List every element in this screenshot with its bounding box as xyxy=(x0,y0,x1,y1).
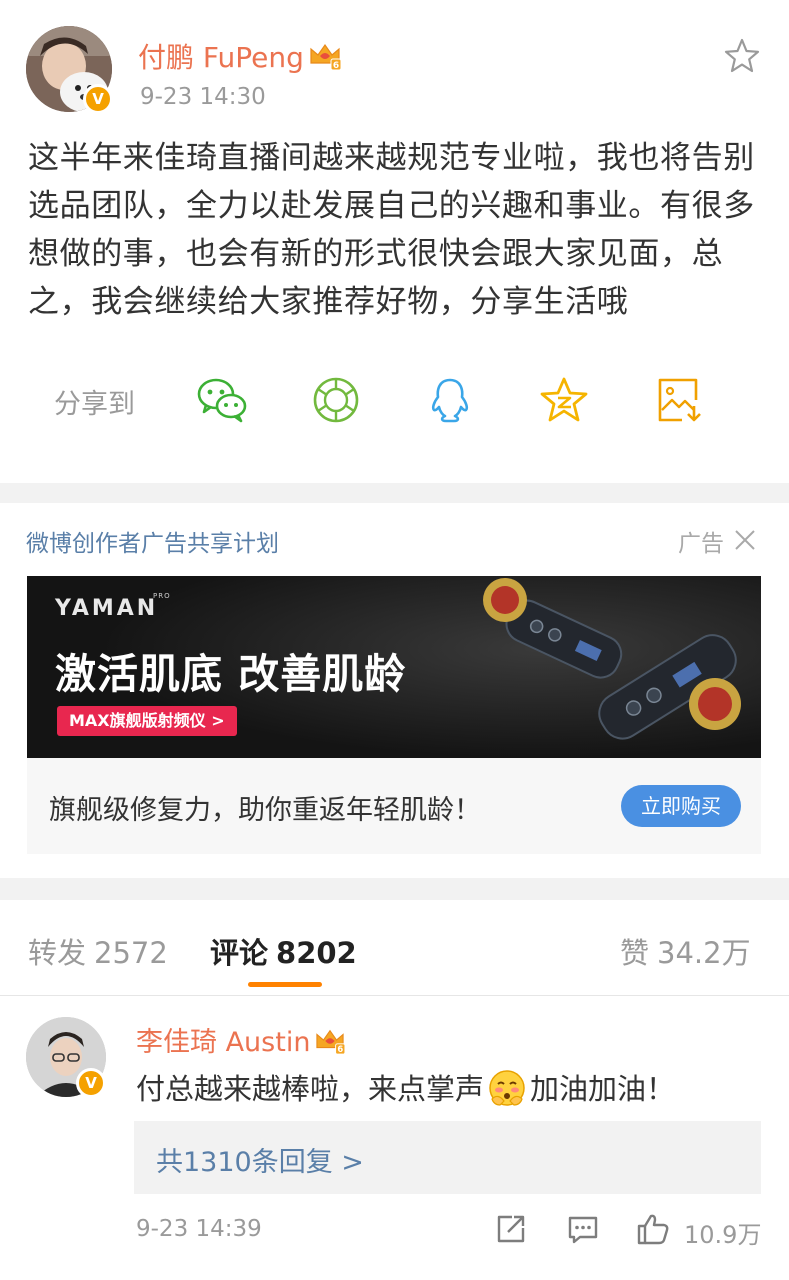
ad-product-pill[interactable]: MAX旗舰版射频仪 > xyxy=(57,706,237,736)
like-thumb-icon[interactable] xyxy=(636,1212,670,1246)
favorite-star-icon[interactable] xyxy=(722,36,762,76)
commenter-name-text[interactable]: 李佳琦 Austin xyxy=(136,1027,310,1058)
qq-icon[interactable] xyxy=(424,376,476,424)
post-author-name[interactable]: 付鹏 FuPeng 6 xyxy=(138,36,342,76)
tab-likes-label: 赞 xyxy=(620,936,650,970)
member-crown-icon: 6 xyxy=(316,1029,346,1055)
post-body-text: 这半年来佳琦直播间越来越规范专业啦，我也将告别选品团队，全力以赴发展自己的兴趣和… xyxy=(28,140,755,320)
ad-footer: 旗舰级修复力，助你重返年轻肌龄！ 立即购买 xyxy=(27,758,761,854)
comment-text-before: 付总越来越棒啦，来点掌声 xyxy=(136,1072,485,1106)
comment-time: 9-23 14:39 xyxy=(136,1216,262,1242)
comment-like-count: 10.9万 xyxy=(684,1221,762,1249)
verified-badge: V xyxy=(76,1068,106,1098)
repost-icon[interactable] xyxy=(494,1212,528,1246)
comment-text: 付总越来越棒啦，来点掌声 加油加油！ xyxy=(136,1066,675,1108)
replies-count-text[interactable]: 共1310条回复 > xyxy=(156,1140,364,1179)
tab-reposts[interactable]: 转发 2572 xyxy=(28,930,168,972)
moments-icon[interactable] xyxy=(310,376,362,424)
post-header: V 付鹏 FuPeng 6 9-23 14:30 xyxy=(0,0,789,130)
member-level: 6 xyxy=(333,61,339,71)
tab-comments[interactable]: 评论 8202 xyxy=(210,930,357,972)
verified-badge: V xyxy=(83,84,113,114)
active-tab-indicator xyxy=(248,982,322,987)
buy-now-button[interactable]: 立即购买 xyxy=(621,785,741,827)
tab-likes[interactable]: 赞 34.2万 xyxy=(620,930,751,972)
share-row: 分享到 xyxy=(0,370,789,430)
ad-headline: 激活肌底 改善肌龄 xyxy=(55,650,407,698)
ad-banner-image[interactable]: YAMAN PRO 激活肌底 改善肌龄 MAX旗舰版射频仪 > xyxy=(27,576,761,758)
interaction-tabs: 转发 2572 评论 8202 赞 34.2万 xyxy=(0,900,789,996)
comment-text-after: 加油加油！ xyxy=(530,1072,676,1106)
member-crown-icon: 6 xyxy=(310,43,342,71)
wechat-icon[interactable] xyxy=(196,376,248,424)
post-time: 9-23 14:30 xyxy=(140,84,266,110)
qzone-icon[interactable] xyxy=(538,376,590,424)
tab-reposts-count: 2572 xyxy=(94,936,168,970)
comment-icon[interactable] xyxy=(566,1212,600,1246)
save-image-icon[interactable] xyxy=(654,376,706,424)
tab-comments-count: 8202 xyxy=(276,936,357,970)
blush-emoji-icon xyxy=(489,1070,525,1106)
ad-slogan: 旗舰级修复力，助你重返年轻肌龄！ xyxy=(49,795,481,826)
section-divider xyxy=(0,878,789,900)
tab-reposts-label: 转发 xyxy=(28,936,87,970)
commenter-name[interactable]: 李佳琦 Austin 6 xyxy=(136,1020,346,1059)
member-level: 6 xyxy=(338,1044,344,1054)
tab-likes-count: 34.2万 xyxy=(657,936,751,970)
share-label: 分享到 xyxy=(54,389,135,420)
post-author-name-text[interactable]: 付鹏 FuPeng xyxy=(138,41,304,74)
view-replies-link[interactable]: 共1310条回复 > xyxy=(134,1121,761,1194)
ad-tag: 广告 xyxy=(678,531,724,557)
comment-item: V 李佳琦 Austin 6 付总越来越棒啦，来点掌声 加油加油！ 共1310条… xyxy=(0,1000,789,1280)
tab-comments-label: 评论 xyxy=(210,936,269,970)
ad-program-title[interactable]: 微博创作者广告共享计划 xyxy=(26,524,279,558)
ad-brand-logo: YAMAN xyxy=(55,596,159,621)
section-divider xyxy=(0,483,789,503)
ad-brand-sup: PRO xyxy=(153,592,171,600)
close-icon[interactable] xyxy=(734,529,756,551)
